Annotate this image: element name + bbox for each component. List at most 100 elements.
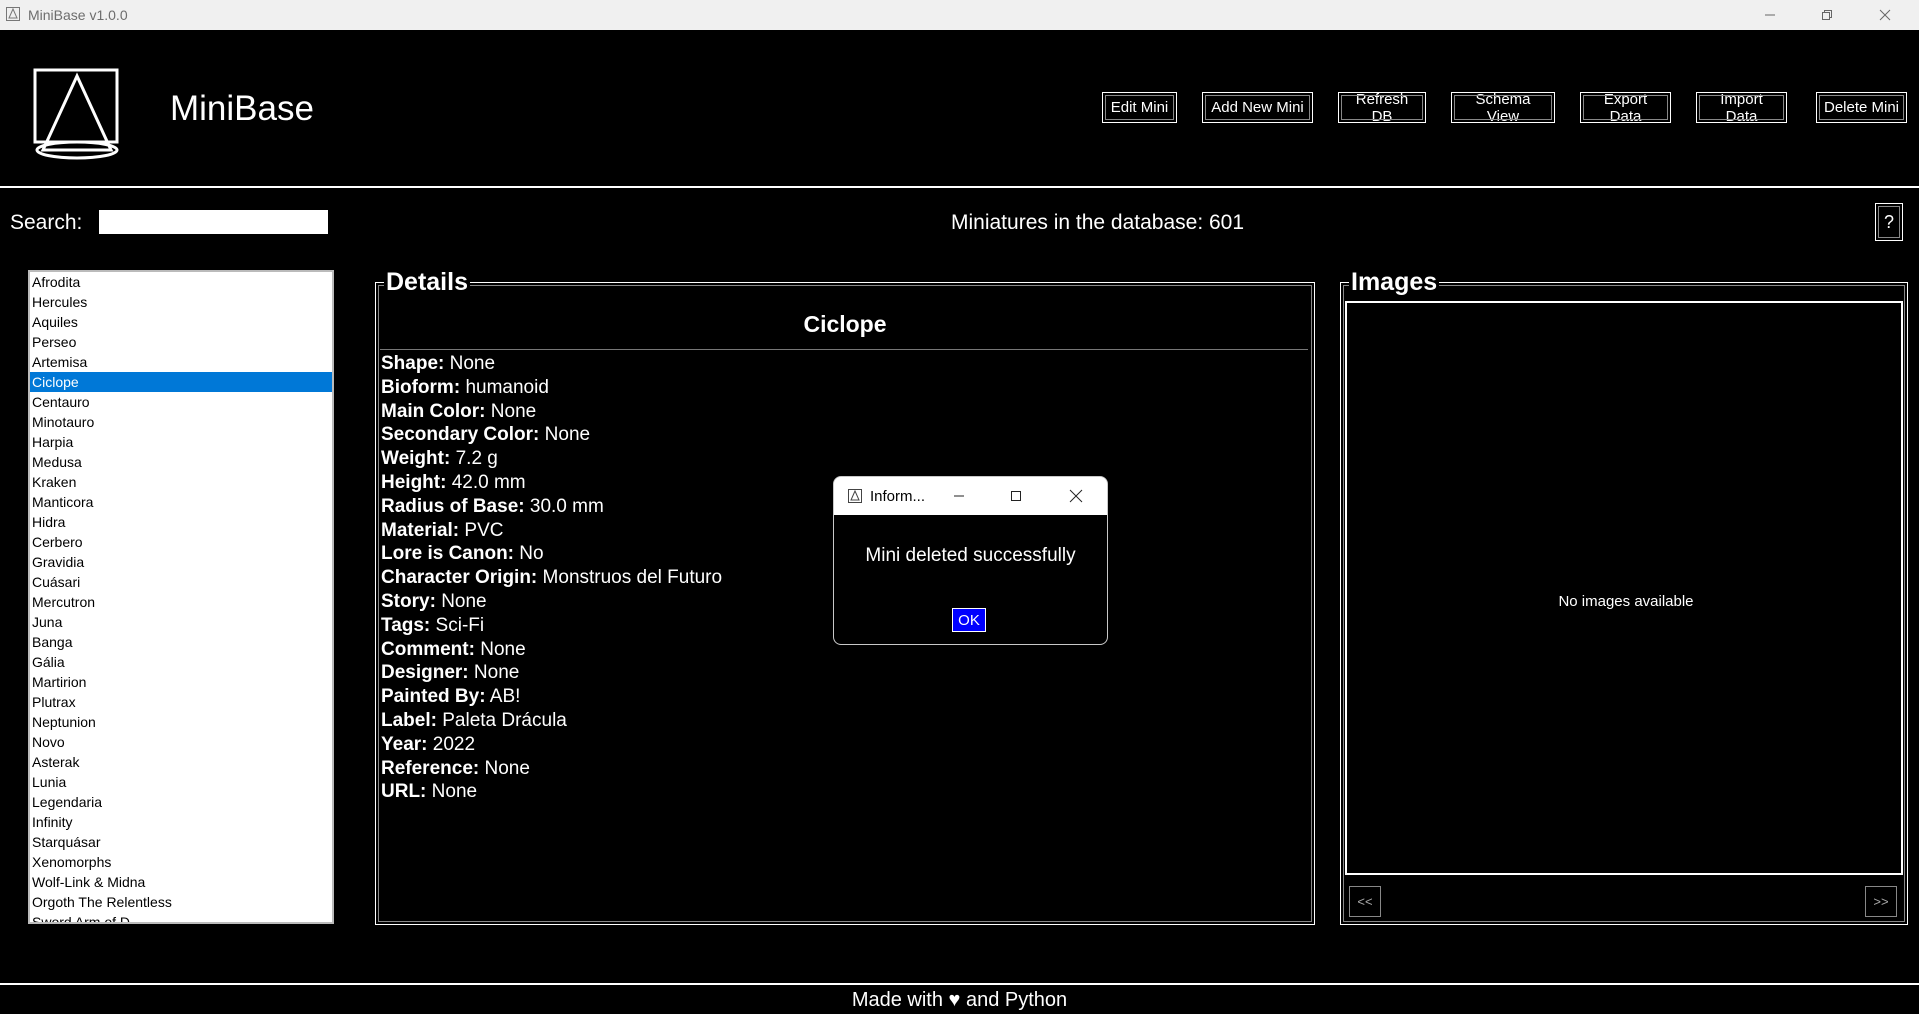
detail-row: URL: None xyxy=(381,780,722,804)
list-item[interactable]: Gália xyxy=(30,652,332,672)
import-data-button[interactable]: Import Data xyxy=(1696,91,1787,125)
detail-label: URL: xyxy=(381,781,427,803)
list-item[interactable]: Lunia xyxy=(30,772,332,792)
detail-value: 30.0 mm xyxy=(529,495,604,517)
header-divider xyxy=(0,186,1919,188)
dialog-app-icon xyxy=(848,489,862,503)
app-icon xyxy=(6,7,20,21)
list-item[interactable]: Kraken xyxy=(30,472,332,492)
detail-value: None xyxy=(431,781,478,803)
list-item[interactable]: Asterak xyxy=(30,752,332,772)
list-item[interactable]: Sword Arm of D... xyxy=(30,912,332,922)
search-label: Search: xyxy=(10,211,83,234)
refresh-db-button[interactable]: Refresh DB xyxy=(1338,91,1426,125)
list-item[interactable]: Perseo xyxy=(30,332,332,352)
add-new-mini-button[interactable]: Add New Mini xyxy=(1202,92,1313,123)
list-item[interactable]: Xenomorphs xyxy=(30,852,332,872)
detail-value: 42.0 mm xyxy=(451,471,526,493)
mini-count-label: Miniatures in the database: xyxy=(951,211,1204,234)
logo-icon xyxy=(33,68,119,160)
detail-row: Shape: None xyxy=(381,352,722,376)
list-item[interactable]: Orgoth The Relentless xyxy=(30,892,332,912)
minimize-button[interactable] xyxy=(1747,0,1793,30)
detail-row: Label: Paleta Drácula xyxy=(381,709,722,733)
list-item[interactable]: Novo xyxy=(30,732,332,752)
detail-value: No xyxy=(519,543,544,565)
detail-value: Sci-Fi xyxy=(435,614,485,636)
detail-row: Radius of Base: 30.0 mm xyxy=(381,495,722,519)
list-item[interactable]: Wolf-Link & Midna xyxy=(30,872,332,892)
list-item[interactable]: Infinity xyxy=(30,812,332,832)
detail-label: Comment: xyxy=(381,638,475,660)
list-item[interactable]: Centauro xyxy=(30,392,332,412)
list-item[interactable]: Manticora xyxy=(30,492,332,512)
list-item[interactable]: Juna xyxy=(30,612,332,632)
detail-value: Paleta Drácula xyxy=(442,709,567,731)
mini-count-value: 601 xyxy=(1209,211,1245,234)
list-item[interactable]: Afrodita xyxy=(30,272,332,292)
list-item[interactable]: Ciclope xyxy=(30,372,332,392)
mini-count: Miniatures in the database: 601 xyxy=(951,211,1244,235)
detail-value: AB! xyxy=(489,686,521,708)
list-item[interactable]: Legendaria xyxy=(30,792,332,812)
detail-row: Reference: None xyxy=(381,757,722,781)
prev-image-button[interactable]: << xyxy=(1349,886,1381,917)
minimize-icon xyxy=(954,495,964,497)
ok-button[interactable]: OK xyxy=(952,608,986,632)
list-item[interactable]: Plutrax xyxy=(30,692,332,712)
images-panel: Images No images available << >> xyxy=(1340,268,1908,925)
info-dialog: Inform... Mini deleted successfully OK xyxy=(833,476,1108,645)
list-item[interactable]: Neptunion xyxy=(30,712,332,732)
list-item[interactable]: Banga xyxy=(30,632,332,652)
help-button[interactable]: ? xyxy=(1875,203,1903,241)
list-item[interactable]: Artemisa xyxy=(30,352,332,372)
maximize-icon xyxy=(1011,491,1021,501)
list-item[interactable]: Cerbero xyxy=(30,532,332,552)
dialog-minimize-button[interactable] xyxy=(942,481,976,511)
next-image-button[interactable]: >> xyxy=(1865,886,1897,917)
list-item[interactable]: Starquásar xyxy=(30,832,332,852)
detail-row: Comment: None xyxy=(381,638,722,662)
dialog-titlebar: Inform... xyxy=(834,477,1107,515)
details-title: Details xyxy=(384,268,470,297)
export-data-button[interactable]: Export Data xyxy=(1580,91,1671,125)
detail-label: Story: xyxy=(381,590,436,612)
schema-view-button[interactable]: Schema View xyxy=(1451,91,1555,125)
detail-label: Secondary Color: xyxy=(381,424,540,446)
detail-label: Shape: xyxy=(381,353,445,374)
dialog-maximize-button[interactable] xyxy=(999,481,1033,511)
delete-mini-button[interactable]: Delete Mini xyxy=(1816,92,1907,123)
detail-row: Material: PVC xyxy=(381,519,722,543)
detail-value: None xyxy=(449,353,496,374)
list-item[interactable]: Hercules xyxy=(30,292,332,312)
detail-label: Year: xyxy=(381,733,428,755)
list-item[interactable]: Cuásari xyxy=(30,572,332,592)
search-input[interactable] xyxy=(99,210,328,234)
detail-row: Lore is Canon: No xyxy=(381,542,722,566)
footer-divider xyxy=(0,983,1919,985)
list-item[interactable]: Mercutron xyxy=(30,592,332,612)
list-item[interactable]: Minotauro xyxy=(30,412,332,432)
detail-row: Bioform: humanoid xyxy=(381,376,722,400)
close-button[interactable] xyxy=(1862,0,1908,30)
restore-button[interactable] xyxy=(1804,0,1850,30)
edit-mini-button[interactable]: Edit Mini xyxy=(1102,92,1177,123)
detail-row: Painted By: AB! xyxy=(381,685,722,709)
mini-list[interactable]: Afrodita Hercules Aquiles Perseo Artemisa Cic… xyxy=(28,270,334,924)
detail-row: Main Color: None xyxy=(381,400,722,424)
detail-label: Bioform: xyxy=(381,376,461,398)
list-item[interactable]: Hidra xyxy=(30,512,332,532)
detail-value: Monstruos del Futuro xyxy=(542,567,723,589)
list-item[interactable]: Aquiles xyxy=(30,312,332,332)
detail-label: Material: xyxy=(381,519,460,541)
dialog-close-button[interactable] xyxy=(1059,481,1093,511)
detail-label: Painted By: xyxy=(381,686,486,708)
detail-row: Height: 42.0 mm xyxy=(381,471,722,495)
list-item[interactable]: Martirion xyxy=(30,672,332,692)
detail-label: Height: xyxy=(381,471,447,493)
detail-label: Reference: xyxy=(381,757,480,779)
detail-label: Label: xyxy=(381,709,437,731)
list-item[interactable]: Harpia xyxy=(30,432,332,452)
list-item[interactable]: Gravidia xyxy=(30,552,332,572)
list-item[interactable]: Medusa xyxy=(30,452,332,472)
